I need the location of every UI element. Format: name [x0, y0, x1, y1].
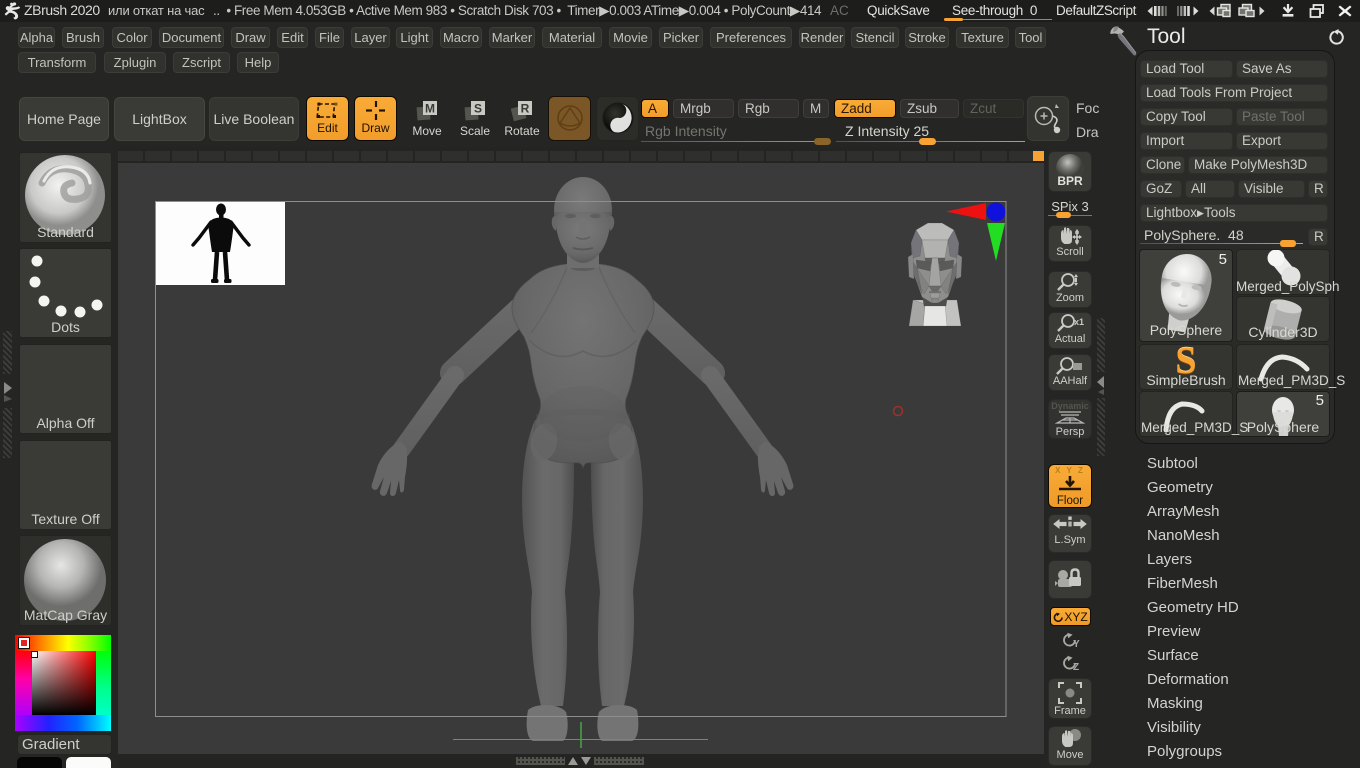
svg-text:x1: x1 [1074, 317, 1084, 327]
svg-text:Z: Z [1073, 662, 1079, 673]
svg-text:M: M [425, 102, 435, 116]
svg-text:BPR: BPR [1057, 174, 1083, 188]
svg-text:R: R [521, 102, 530, 116]
svg-text:S: S [474, 102, 482, 116]
svg-text:Y: Y [1073, 639, 1080, 650]
